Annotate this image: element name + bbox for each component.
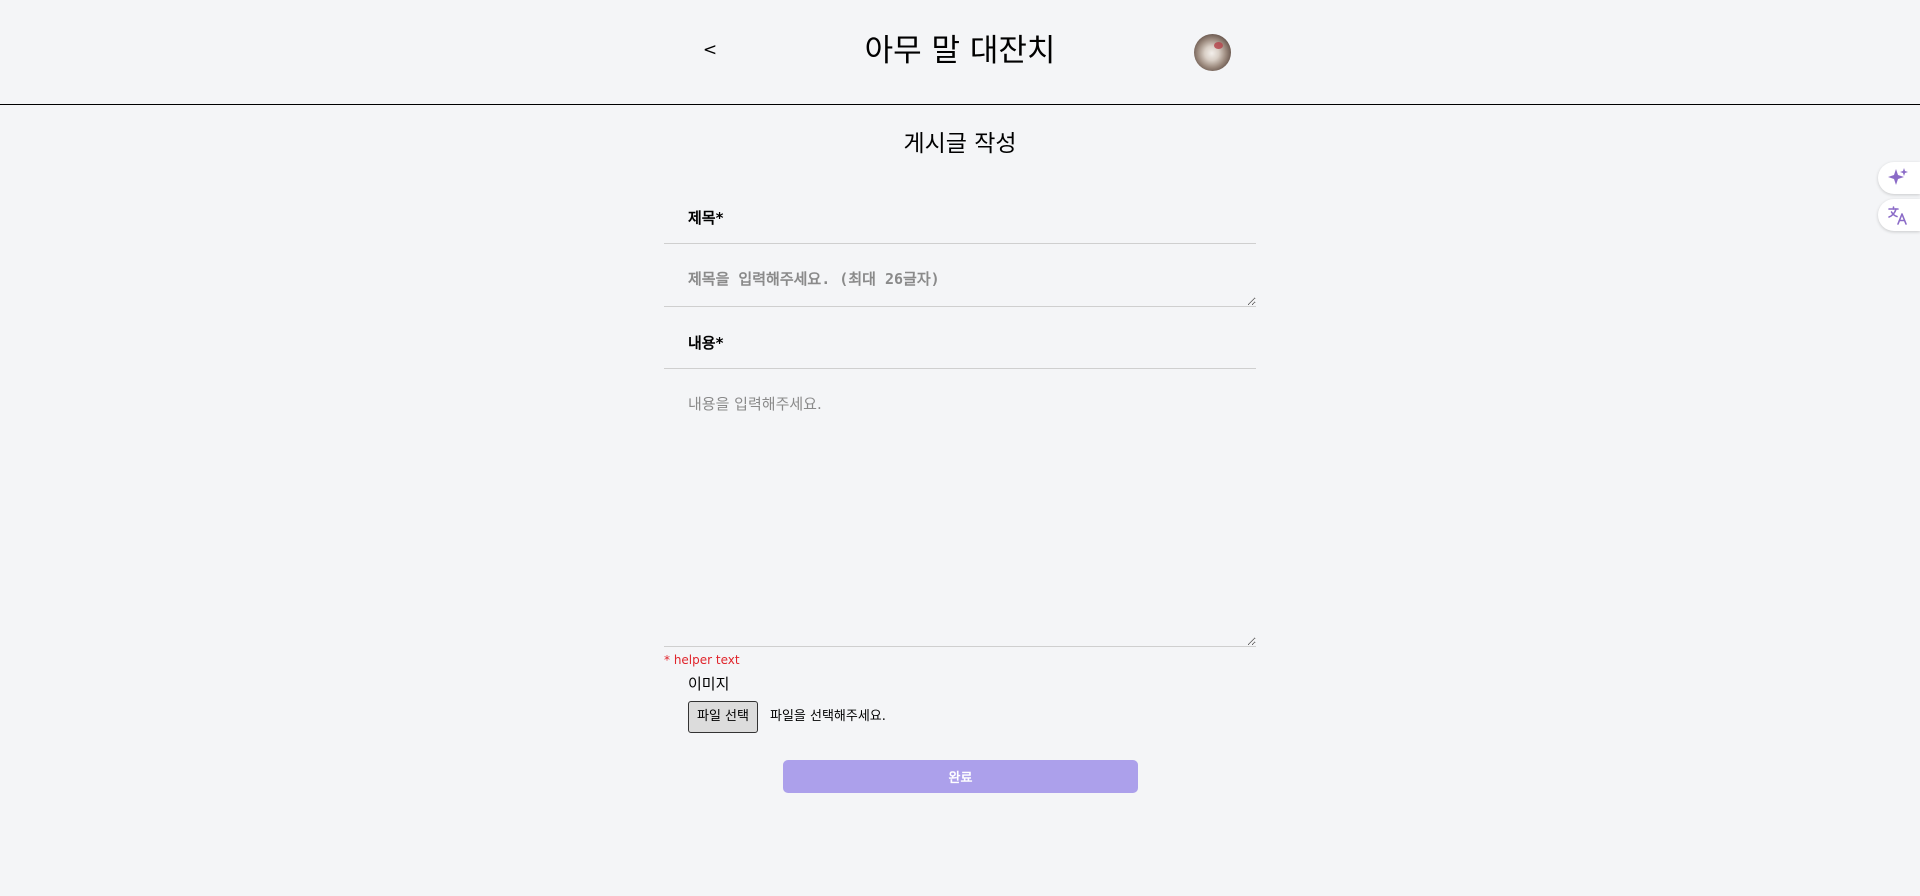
- image-label: 이미지: [688, 675, 730, 693]
- translate-icon: [1887, 204, 1909, 226]
- helper-text: * helper text: [664, 653, 740, 667]
- sparkle-icon: [1887, 167, 1909, 189]
- file-select-button[interactable]: 파일 선택: [688, 701, 758, 733]
- translate-button[interactable]: [1878, 199, 1920, 231]
- title-input[interactable]: [664, 256, 1256, 307]
- title-divider: [664, 243, 1256, 244]
- content-divider: [664, 368, 1256, 369]
- app-title: 아무 말 대잔치: [864, 33, 1056, 69]
- file-status: 파일을 선택해주세요.: [770, 709, 886, 724]
- back-button[interactable]: <: [700, 38, 720, 62]
- header: < 아무 말 대잔치: [0, 0, 1920, 105]
- avatar[interactable]: [1194, 34, 1231, 71]
- sparkle-button[interactable]: [1878, 162, 1920, 194]
- content-label: 내용*: [688, 334, 724, 352]
- page-title: 게시글 작성: [903, 131, 1017, 157]
- content-input[interactable]: [664, 381, 1256, 647]
- submit-button[interactable]: 완료: [783, 760, 1138, 793]
- title-label: 제목*: [688, 209, 724, 227]
